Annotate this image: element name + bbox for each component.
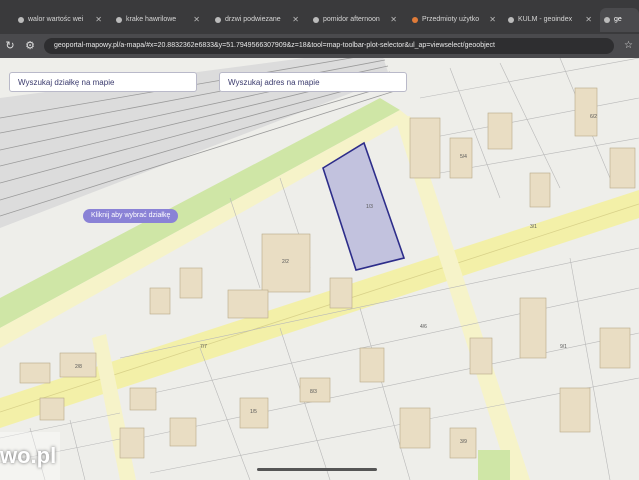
browser-tab[interactable]: KULM - geoindex ✕	[504, 8, 596, 32]
building	[39, 397, 65, 421]
building	[329, 277, 353, 309]
building	[129, 387, 157, 411]
parcel-label: 8/3	[310, 389, 317, 395]
tab-favicon-icon	[116, 17, 122, 23]
map-canvas[interactable]: 1/3 2/2 5/4 3/1 7/7 4/6 2/8 9/1 8/3 6/2 …	[0, 58, 639, 480]
tab-favicon-icon	[412, 17, 418, 23]
building	[519, 297, 547, 359]
building	[609, 147, 636, 189]
close-tab-icon[interactable]: ✕	[585, 8, 592, 32]
search-plot-input[interactable]: Wyszukaj działkę na mapie	[9, 72, 197, 92]
parcel-label: 1/5	[250, 409, 257, 415]
building	[487, 112, 513, 150]
browser-tab-active[interactable]: ge	[600, 8, 639, 32]
building	[359, 347, 385, 383]
site-info-icon[interactable]: ⚙	[22, 38, 38, 54]
parcel-label: 9/1	[560, 344, 567, 350]
building	[599, 327, 631, 369]
building	[469, 337, 493, 375]
parcel-label: 3/9	[460, 439, 467, 445]
parcel-label: 5/4	[460, 154, 467, 160]
map-drawing: 1/3 2/2 5/4 3/1 7/7 4/6 2/8 9/1 8/3 6/2 …	[0, 58, 639, 480]
browser-tab[interactable]: krake hawrilowe ✕	[112, 8, 204, 32]
horizontal-scrollbar[interactable]	[257, 468, 377, 471]
browser-tab-bar: walor wartośc wei ✕ krake hawrilowe ✕ drzw…	[0, 0, 639, 34]
select-plot-hint: Kliknij aby wybrać działkę	[83, 209, 179, 223]
reload-icon[interactable]: ↻	[2, 38, 18, 54]
building	[19, 362, 51, 384]
building	[574, 87, 598, 137]
url-field[interactable]: geoportal-mapowy.pl/a-mapa/#x=20.8832362…	[44, 38, 614, 54]
building	[559, 387, 591, 433]
browser-tab[interactable]: pomidor afternoon ✕	[309, 8, 401, 32]
parcel-label: 2/8	[75, 364, 82, 370]
building	[409, 117, 441, 179]
building	[227, 289, 269, 319]
watermark: wo.pl	[0, 432, 60, 480]
bookmark-star-icon[interactable]: ☆	[624, 38, 638, 54]
parcel-label: 7/7	[200, 344, 207, 350]
parcel-label: 1/3	[366, 204, 373, 210]
parcel-label: 3/1	[530, 224, 537, 230]
building	[169, 417, 197, 447]
building	[399, 407, 431, 449]
browser-tab[interactable]: drzwi podwiezane ✕	[211, 8, 303, 32]
search-address-input[interactable]: Wyszukaj adres na mapie	[219, 72, 407, 92]
browser-tab[interactable]: Przedmioty użytko ✕	[408, 8, 500, 32]
close-tab-icon[interactable]: ✕	[95, 8, 102, 32]
park	[478, 450, 510, 480]
close-tab-icon[interactable]: ✕	[292, 8, 299, 32]
building	[179, 267, 203, 299]
building	[529, 172, 551, 208]
browser-address-bar: ↻ ⚙ geoportal-mapowy.pl/a-mapa/#x=20.883…	[0, 34, 639, 58]
parcel-label: 2/2	[282, 259, 289, 265]
tab-favicon-icon	[604, 17, 610, 23]
building	[119, 427, 145, 459]
close-tab-icon[interactable]: ✕	[390, 8, 397, 32]
tab-favicon-icon	[215, 17, 221, 23]
tab-favicon-icon	[508, 17, 514, 23]
building	[149, 287, 171, 315]
browser-tab[interactable]: walor wartośc wei ✕	[14, 8, 106, 32]
tab-favicon-icon	[18, 17, 24, 23]
selected-parcel[interactable]	[322, 141, 406, 271]
close-tab-icon[interactable]: ✕	[193, 8, 200, 32]
parcel-label: 4/6	[420, 324, 427, 330]
tab-favicon-icon	[313, 17, 319, 23]
parcel-label: 6/2	[590, 114, 597, 120]
close-tab-icon[interactable]: ✕	[489, 8, 496, 32]
